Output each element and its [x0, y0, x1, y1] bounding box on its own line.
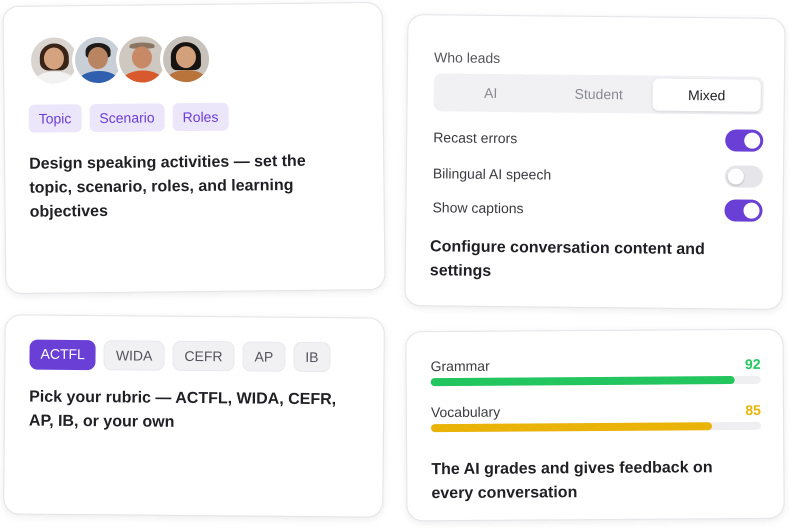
grades-card: Grammar 92 Vocabulary 85 The AI grades a…: [405, 328, 785, 522]
grammar-progress-fill: [430, 376, 735, 387]
recast-errors-toggle[interactable]: [725, 129, 764, 152]
settings-card-heading: Configure conversation content and setti…: [429, 238, 705, 280]
vocabulary-score: 85: [745, 401, 761, 418]
avatar-group: [27, 32, 213, 87]
vocabulary-metric: Vocabulary 85: [430, 396, 762, 433]
grammar-metric: Grammar 92: [430, 350, 761, 387]
grammar-progress-track: [430, 375, 761, 387]
design-card-heading: Design speaking activities — set the top…: [29, 152, 306, 221]
grammar-score: 92: [744, 355, 761, 372]
grammar-label: Grammar: [430, 357, 490, 375]
show-captions-label: Show captions: [432, 199, 524, 217]
who-leads-segmented-control: AI Student Mixed: [433, 73, 764, 115]
activity-chips: Topic Scenario Roles: [28, 102, 229, 133]
rubric-card-heading: Pick your rubric — ACTFL, WIDA, CEFR, AP…: [28, 388, 337, 431]
bilingual-speech-toggle[interactable]: [724, 165, 763, 188]
rubric-cefr[interactable]: CEFR: [172, 340, 235, 372]
vocabulary-progress-fill: [430, 422, 712, 433]
recast-errors-row: Recast errors: [433, 125, 764, 152]
design-activities-card: Topic Scenario Roles Design speaking act…: [2, 2, 386, 294]
avatar: [159, 32, 213, 86]
segment-ai[interactable]: AI: [437, 76, 545, 109]
segment-student[interactable]: Student: [545, 77, 653, 110]
grades-card-heading: The AI grades and gives feedback on ever…: [431, 459, 713, 503]
segment-mixed[interactable]: Mixed: [652, 78, 761, 112]
who-leads-label: Who leads: [434, 49, 501, 67]
bilingual-speech-label: Bilingual AI speech: [432, 165, 552, 183]
rubric-ib[interactable]: IB: [293, 341, 331, 373]
rubric-actfl[interactable]: ACTFL: [29, 339, 97, 371]
show-captions-toggle[interactable]: [724, 199, 763, 222]
vocabulary-progress-track: [430, 421, 762, 433]
vocabulary-label: Vocabulary: [430, 403, 501, 421]
chip-topic[interactable]: Topic: [28, 104, 82, 133]
show-captions-row: Show captions: [432, 195, 763, 222]
recast-errors-label: Recast errors: [433, 129, 518, 147]
rubric-wida[interactable]: WIDA: [103, 340, 165, 371]
rubric-card: ACTFL WIDA CEFR AP IB Pick your rubric —…: [3, 314, 385, 518]
rubric-options: ACTFL WIDA CEFR AP IB: [29, 339, 331, 373]
chip-roles[interactable]: Roles: [172, 102, 229, 132]
bilingual-speech-row: Bilingual AI speech: [433, 161, 763, 188]
rubric-ap[interactable]: AP: [242, 341, 286, 372]
conversation-settings-card: Who leads AI Student Mixed Recast errors…: [404, 14, 786, 310]
chip-scenario[interactable]: Scenario: [89, 103, 165, 133]
